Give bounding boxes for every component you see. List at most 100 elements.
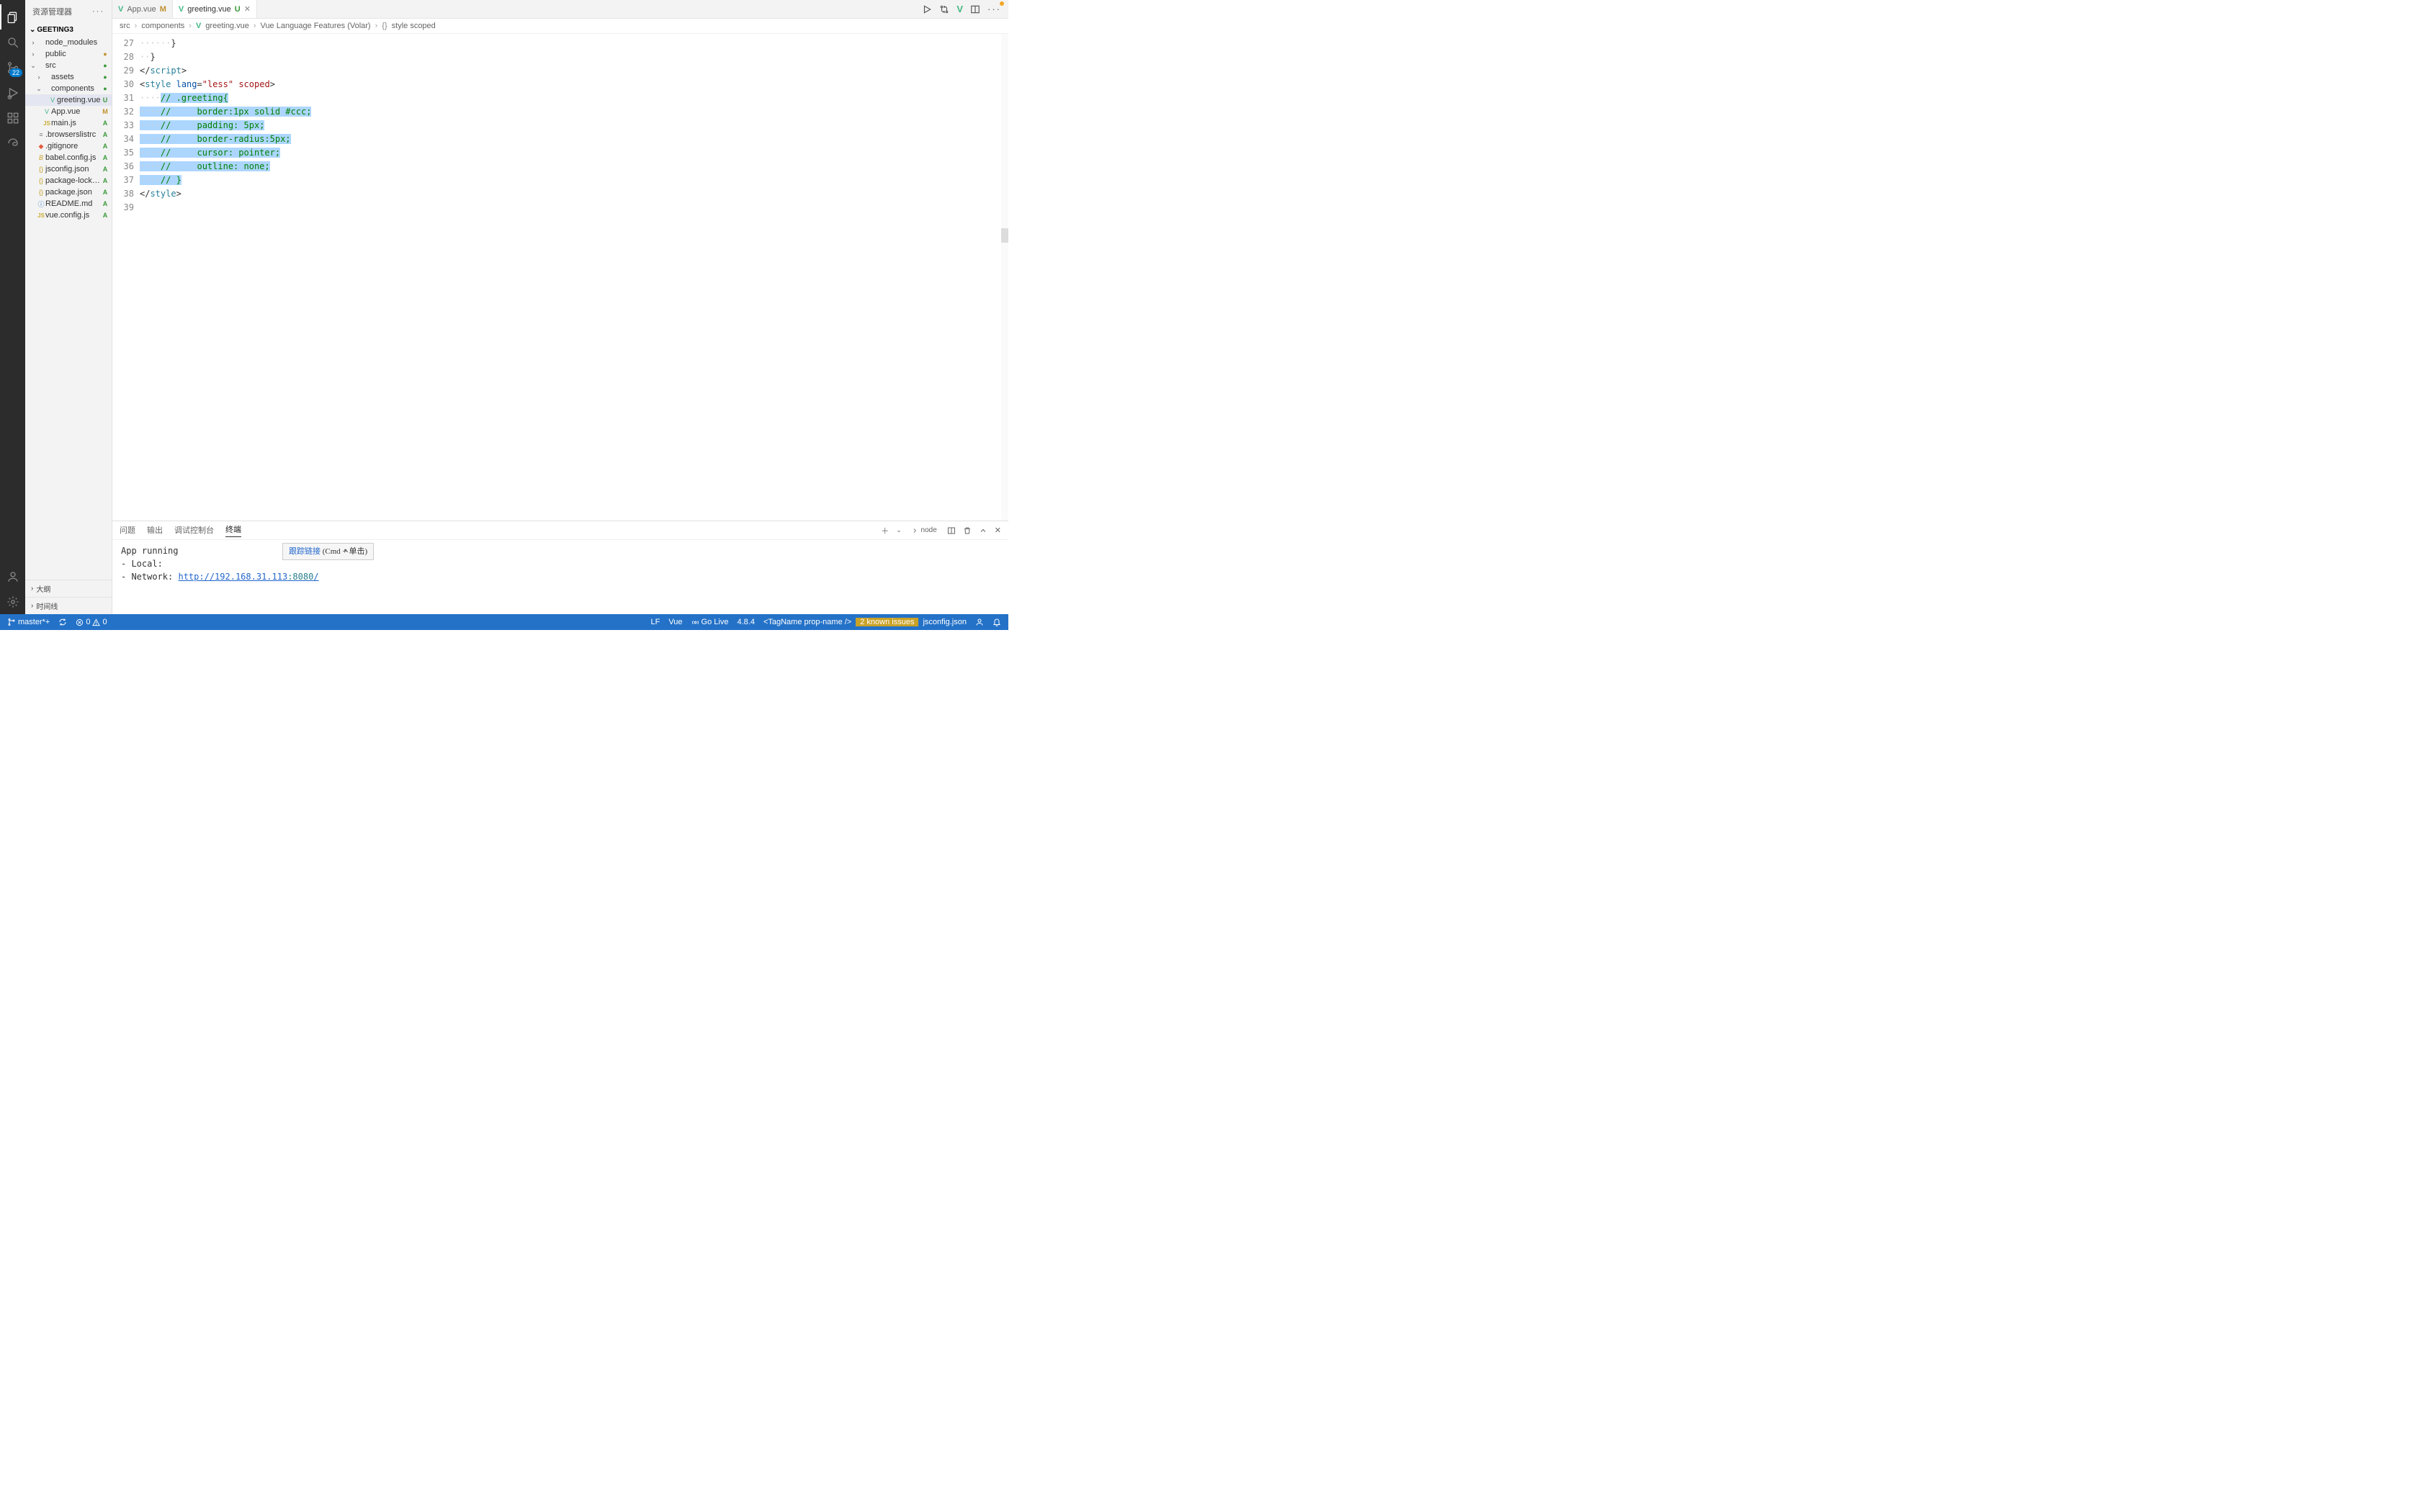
status-problems[interactable]: 0 0 [71, 618, 111, 626]
tree-item[interactable]: ›public● [25, 48, 112, 60]
status-sync[interactable] [54, 618, 71, 626]
panel-tab[interactable]: 调试控制台 [174, 524, 214, 537]
chevron-icon: ⌄ [35, 85, 42, 93]
tree-item[interactable]: › assets● [25, 71, 112, 83]
status-bell-icon[interactable] [988, 618, 1005, 626]
tree-item[interactable]: JSmain.jsA [25, 117, 112, 129]
status-bar: master*+ 0 0 LF Vue Go Live 4.8.4 <TagNa… [0, 614, 1008, 630]
shell-indicator[interactable]: node [909, 526, 940, 535]
status-branch[interactable]: master*+ [3, 618, 54, 626]
extensions-icon[interactable] [0, 105, 25, 130]
chevron-right-icon: › [189, 22, 192, 30]
branch-label: master*+ [18, 618, 50, 626]
terminal-line: - Local: [121, 559, 163, 569]
tree-item[interactable]: ⓘREADME.mdA [25, 198, 112, 210]
file-label: .gitignore [45, 142, 102, 150]
editor-tab[interactable]: Vgreeting.vueU✕ [173, 0, 257, 18]
tree-item[interactable]: VApp.vueM [25, 106, 112, 117]
file-label: package.json [45, 188, 102, 197]
outline-section[interactable]: › 大纲 [25, 580, 112, 597]
timeline-label: 时间线 [36, 600, 58, 611]
tree-item[interactable]: ◆.gitignoreA [25, 140, 112, 152]
search-icon[interactable] [0, 30, 25, 55]
status-eol[interactable]: LF [647, 618, 665, 626]
tree-item[interactable]: ›node_modules [25, 37, 112, 48]
terminal-dropdown-icon[interactable]: ⌄ [896, 526, 902, 534]
tree-item[interactable]: {}package-lock.js...A [25, 175, 112, 186]
tree-item[interactable]: Vgreeting.vueU [25, 94, 112, 106]
split-editor-icon[interactable] [970, 4, 980, 14]
status-jsconfig[interactable]: jsconfig.json [918, 618, 971, 626]
split-terminal-icon[interactable] [947, 526, 956, 535]
sidebar-more-icon[interactable]: ··· [92, 7, 104, 16]
terminal-link[interactable]: http://192.168.31.113:8080/ [178, 572, 318, 582]
file-icon: JS [42, 120, 51, 127]
tree-item[interactable]: {}jsconfig.jsonA [25, 163, 112, 175]
tree-item[interactable]: {}package.jsonA [25, 186, 112, 198]
tree-item[interactable]: ≡.browserslistrcA [25, 129, 112, 140]
file-icon: ⓘ [37, 199, 45, 209]
git-status: ● [102, 73, 109, 81]
settings-icon[interactable] [0, 589, 25, 614]
code-editor[interactable]: ······}··}</script><style lang="less" sc… [140, 34, 1001, 521]
editor-tab[interactable]: VApp.vueM [112, 0, 173, 18]
status-tagname[interactable]: <TagName prop-name /> [759, 618, 856, 626]
breadcrumb-part[interactable]: greeting.vue [205, 22, 249, 30]
trash-icon[interactable] [963, 526, 972, 535]
status-golive[interactable]: Go Live [687, 618, 733, 626]
status-issues[interactable]: 2 known issues [856, 618, 918, 626]
source-control-icon[interactable]: 22 [0, 55, 25, 80]
file-label: assets [51, 73, 102, 81]
chevron-icon: › [35, 73, 42, 81]
panel-tab[interactable]: 问题 [120, 524, 135, 537]
run-debug-icon[interactable] [0, 80, 25, 105]
git-status: M [102, 108, 109, 115]
breadcrumb-part[interactable]: Vue Language Features (Volar) [261, 22, 371, 30]
project-section[interactable]: ⌄ GEETING3 [25, 23, 112, 37]
terminal[interactable]: App running - Local: - Network: http://1… [112, 540, 1008, 614]
close-panel-icon[interactable]: ✕ [995, 526, 1001, 535]
breadcrumb-part[interactable]: components [141, 22, 184, 30]
breadcrumb-part[interactable]: src [120, 22, 130, 30]
maximize-panel-icon[interactable] [979, 526, 987, 535]
tab-dirty: M [160, 5, 166, 14]
file-icon: {} [37, 177, 45, 184]
more-icon[interactable]: ··· [987, 4, 1001, 14]
close-icon[interactable]: ✕ [244, 4, 251, 14]
timeline-section[interactable]: › 时间线 [25, 597, 112, 614]
file-icon: {} [37, 166, 45, 173]
tooltip-link-label: 跟踪链接 [289, 547, 321, 556]
breadcrumb[interactable]: src›components›V greeting.vue›Vue Langua… [112, 19, 1008, 34]
edge-icon[interactable] [0, 130, 25, 156]
panel-tabbar: 问题输出调试控制台终端 ＋ ⌄ node [112, 521, 1008, 540]
minimap[interactable] [1001, 34, 1008, 521]
panel-tab[interactable]: 输出 [147, 524, 163, 537]
notification-dot [1000, 1, 1004, 6]
tree-item[interactable]: Bbabel.config.jsA [25, 152, 112, 163]
file-label: babel.config.js [45, 153, 102, 162]
git-compare-icon[interactable] [939, 4, 949, 14]
new-terminal-icon[interactable]: ＋ [881, 525, 889, 536]
explorer-icon[interactable] [0, 4, 25, 30]
status-feedback-icon[interactable] [971, 618, 988, 626]
tree-item[interactable]: ⌄components● [25, 83, 112, 94]
chevron-icon: › [30, 50, 37, 58]
cursor-icon: ↖ [344, 544, 349, 557]
tab-label: App.vue [127, 5, 156, 14]
panel-tab[interactable]: 终端 [225, 523, 241, 537]
status-language[interactable]: Vue [664, 618, 686, 626]
line-gutter: 27282930313233343536373839 [112, 34, 140, 521]
git-status: A [102, 131, 109, 138]
status-version[interactable]: 4.8.4 [732, 618, 758, 626]
file-label: package-lock.js... [45, 176, 102, 185]
tree-item[interactable]: ⌄src● [25, 60, 112, 71]
account-icon[interactable] [0, 564, 25, 589]
breadcrumb-part[interactable]: style scoped [392, 22, 436, 30]
vue-icon[interactable]: V [956, 4, 963, 14]
file-label: components [51, 84, 102, 93]
run-icon[interactable] [922, 4, 932, 14]
git-status: U [102, 96, 109, 104]
git-status: A [102, 200, 109, 207]
tree-item[interactable]: JSvue.config.jsA [25, 210, 112, 221]
git-status: A [102, 212, 109, 219]
